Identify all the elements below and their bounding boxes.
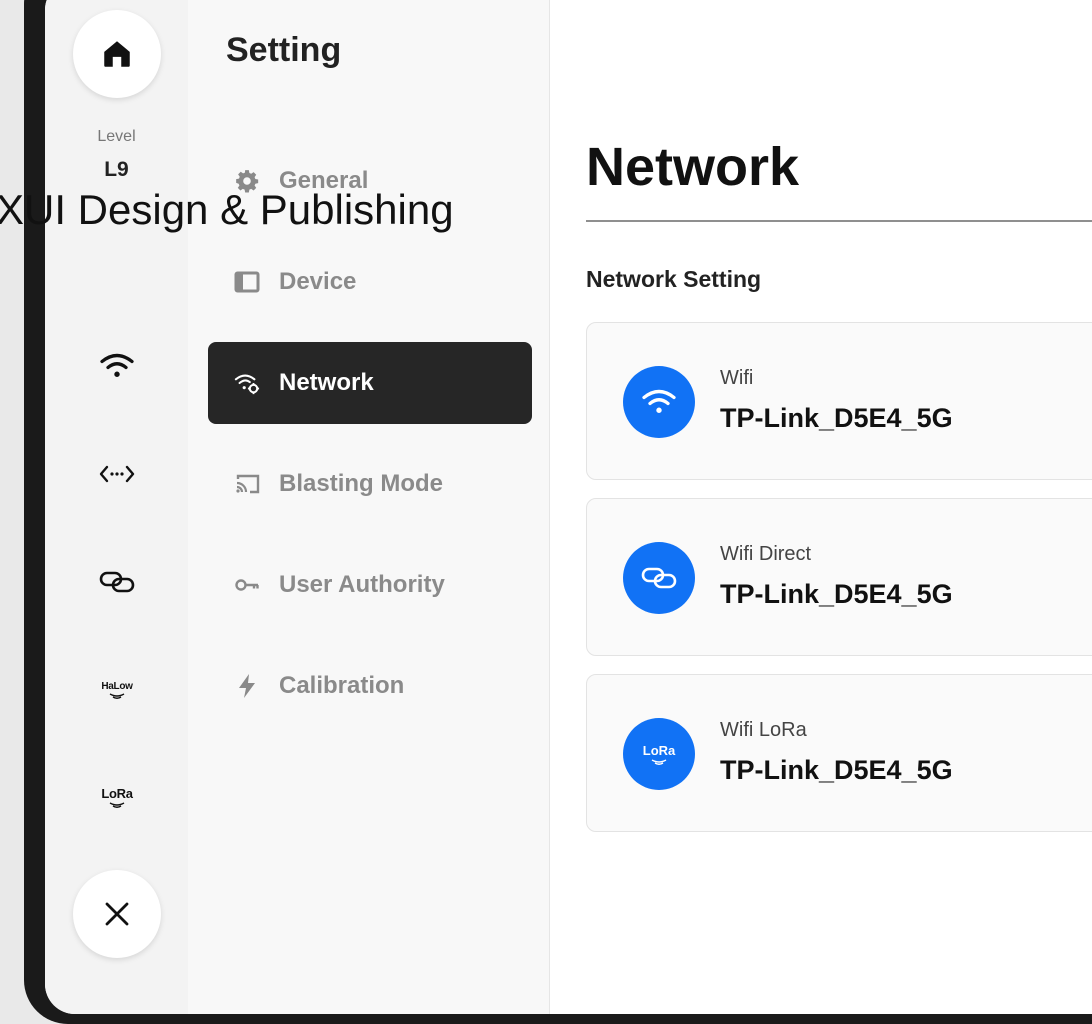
lora-icon-text: LoRa <box>642 742 676 758</box>
lora-icon: LoRa <box>623 718 695 790</box>
rail-wifi-button[interactable] <box>96 349 138 383</box>
title-divider <box>586 220 1092 222</box>
settings-menu: Setting General Device Network Blasting … <box>188 0 550 1014</box>
home-icon <box>104 41 130 67</box>
section-label: Network Setting <box>586 266 762 292</box>
key-icon <box>234 572 260 598</box>
link-icon <box>99 571 135 593</box>
halow-waves-icon <box>109 692 125 699</box>
menu-item-device[interactable]: Device <box>208 241 532 323</box>
level-label: Level <box>97 128 136 145</box>
menu-item-device-label: Device <box>279 268 357 295</box>
network-card-wifi[interactable]: Wifi TP-Link_D5E4_5G <box>586 322 1092 480</box>
halow-label: HaLow <box>101 680 133 692</box>
lora-label: LoRa <box>101 785 133 801</box>
menu-item-network-label: Network <box>279 369 374 396</box>
rail-lora-button[interactable]: LoRa <box>96 780 138 814</box>
home-button[interactable] <box>73 10 161 98</box>
rail-halow-button[interactable]: HaLow <box>96 673 138 707</box>
menu-item-network[interactable]: Network <box>208 342 532 424</box>
level-value: L9 <box>104 158 129 181</box>
screen: Level L9 HaLow LoRa Setting General Devi… <box>45 0 1092 1014</box>
menu-item-user-authority[interactable]: User Authority <box>208 544 532 626</box>
code-arrows-icon <box>99 465 135 483</box>
card-value: TP-Link_D5E4_5G <box>720 579 953 609</box>
wifi-icon <box>623 366 695 438</box>
device-icon <box>234 269 260 295</box>
icon-rail: Level L9 HaLow LoRa <box>45 0 188 1014</box>
card-label: Wifi <box>720 367 754 389</box>
card-value: TP-Link_D5E4_5G <box>720 755 953 785</box>
bolt-icon <box>234 673 260 699</box>
network-card-wifi-lora[interactable]: LoRa Wifi LoRa TP-Link_D5E4_5G <box>586 674 1092 832</box>
lora-waves-icon <box>109 801 125 808</box>
page-title: Network <box>586 137 800 197</box>
card-label: Wifi LoRa <box>720 719 807 741</box>
menu-item-blasting-mode[interactable]: Blasting Mode <box>208 443 532 525</box>
link-icon <box>623 542 695 614</box>
network-card-wifi-direct[interactable]: Wifi Direct TP-Link_D5E4_5G <box>586 498 1092 656</box>
wifi-icon <box>100 353 134 377</box>
menu-title: Setting <box>226 31 342 69</box>
menu-item-user-authority-label: User Authority <box>279 571 445 598</box>
card-label: Wifi Direct <box>720 543 812 565</box>
rail-link-button[interactable] <box>96 565 138 599</box>
rail-direct-button[interactable] <box>96 457 138 491</box>
menu-item-blasting-mode-label: Blasting Mode <box>279 470 444 497</box>
watermark-text: XUI Design & Publishing <box>0 186 454 233</box>
menu-item-calibration-label: Calibration <box>279 672 405 699</box>
card-value: TP-Link_D5E4_5G <box>720 403 953 433</box>
main-content: Network Network Setting Wifi TP-Link_D5E… <box>550 0 1092 1014</box>
close-icon <box>105 902 129 926</box>
close-button[interactable] <box>73 870 161 958</box>
network-settings-icon <box>234 370 260 396</box>
menu-item-calibration[interactable]: Calibration <box>208 645 532 727</box>
cast-icon <box>234 471 260 497</box>
